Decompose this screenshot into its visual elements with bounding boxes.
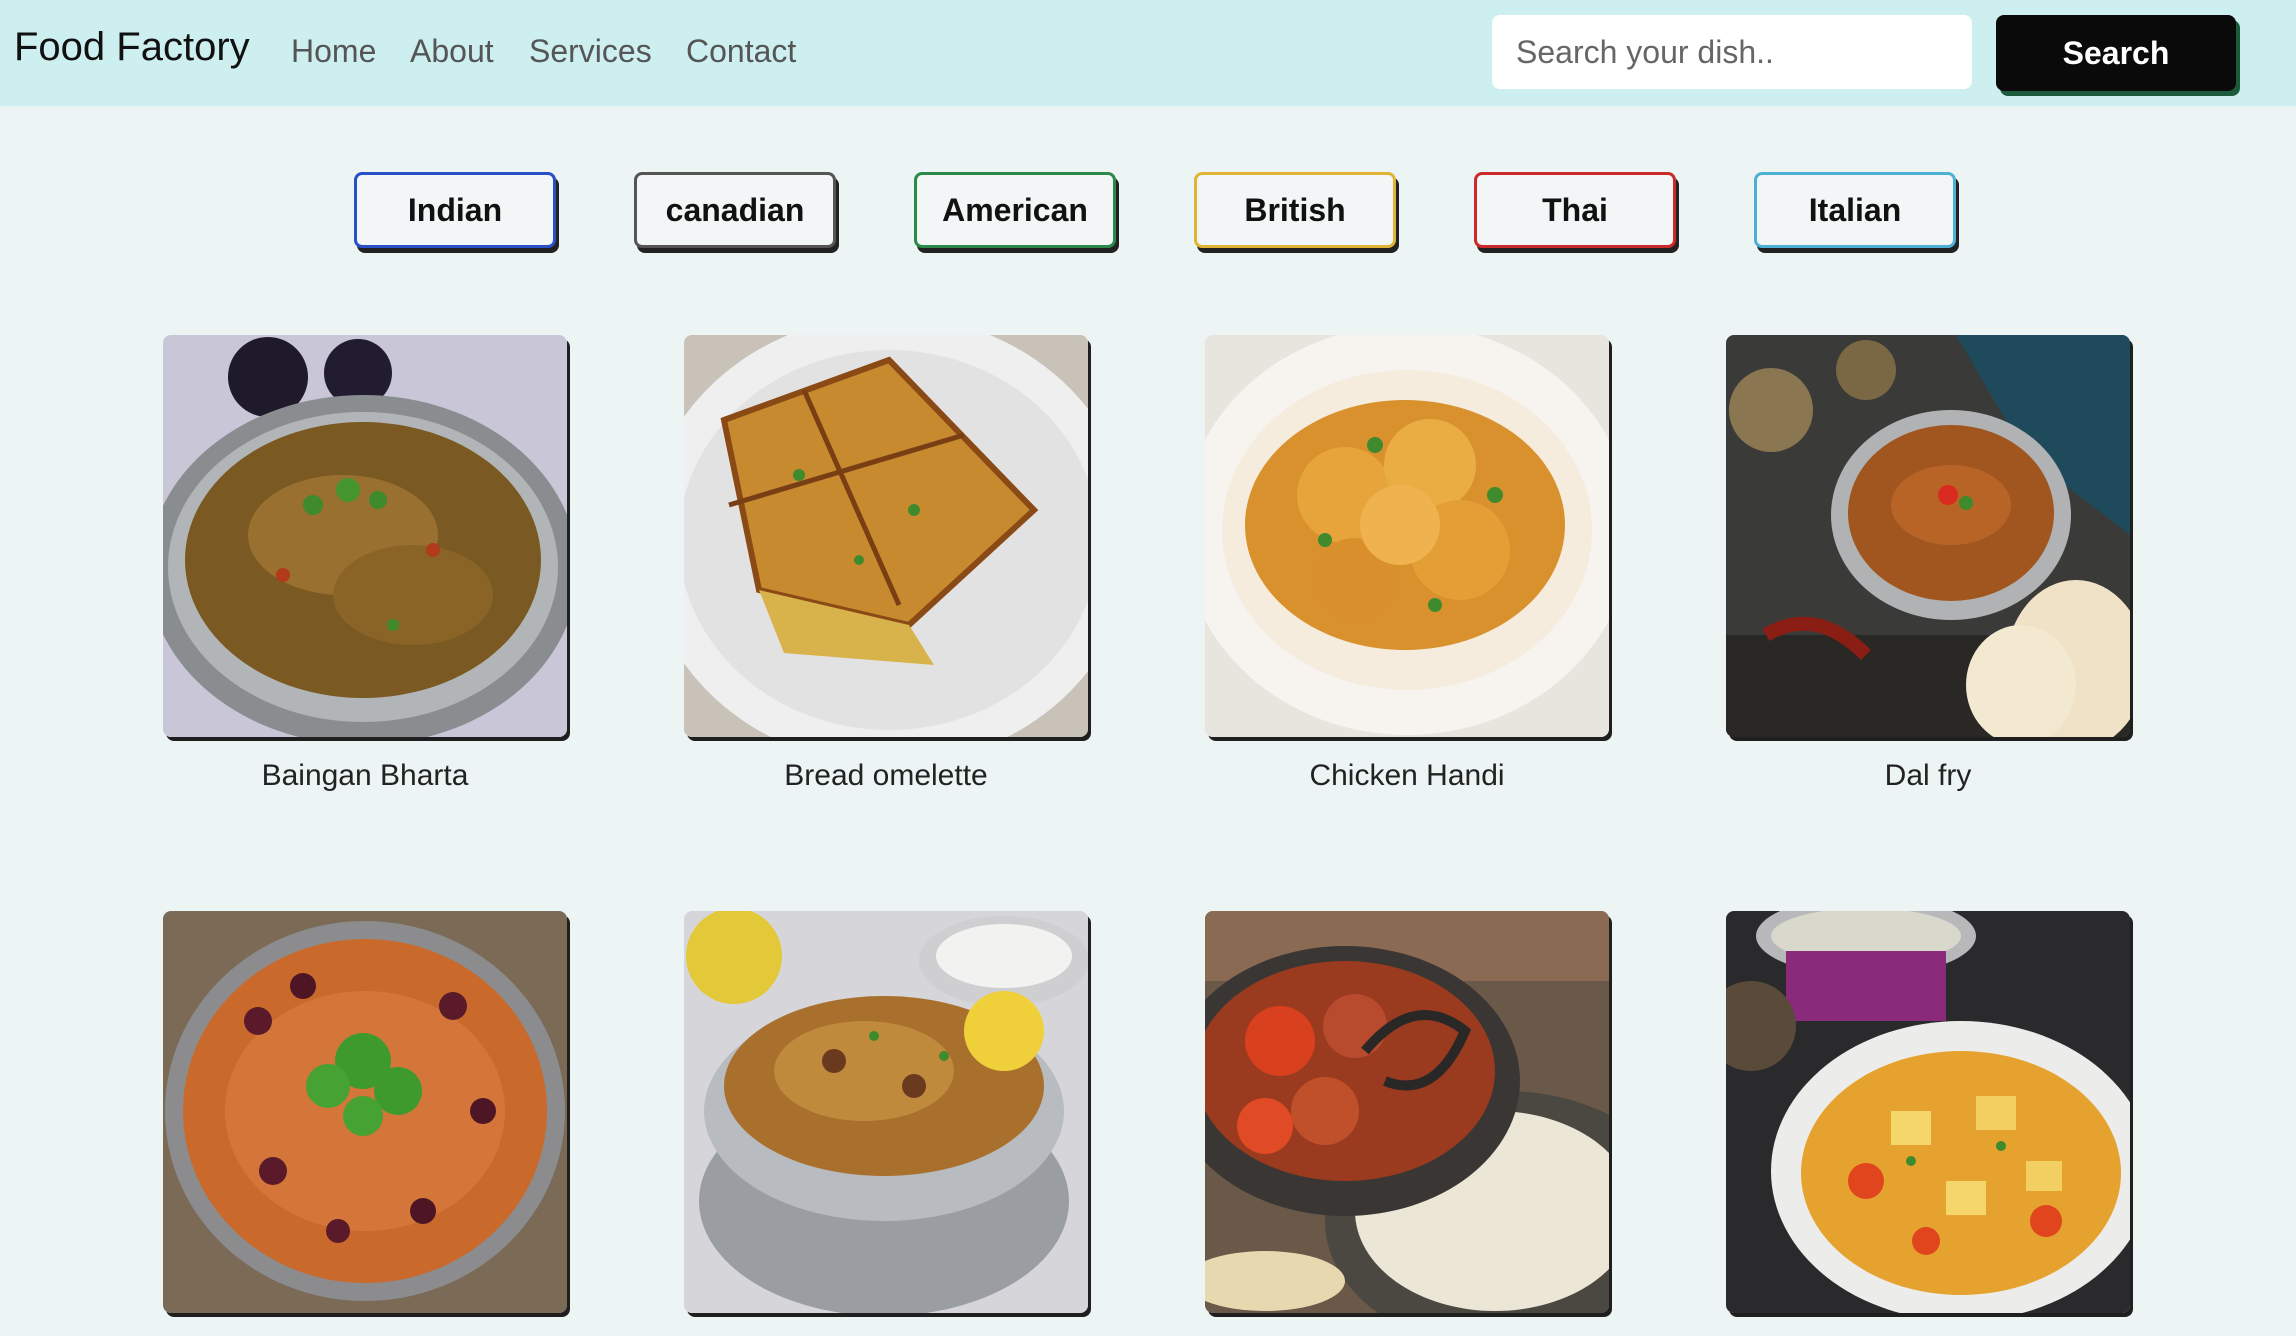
category-british-button[interactable]: British	[1194, 172, 1396, 248]
category-canadian-button[interactable]: canadian	[634, 172, 836, 248]
dish-card-curry-rice[interactable]	[1205, 911, 1609, 1313]
dish-image-baingan-bharta	[163, 335, 567, 737]
dish-image-bread-omelette	[684, 335, 1088, 737]
nav-link-services[interactable]: Services	[529, 33, 652, 70]
dish-card-bread-omelette[interactable]: Bread omelette	[684, 335, 1088, 793]
category-italian-button[interactable]: Italian	[1754, 172, 1956, 248]
dish-name: Baingan Bharta	[261, 759, 469, 792]
dish-card-biryani[interactable]	[684, 911, 1088, 1313]
dish-card-chicken-handi[interactable]: Chicken Handi	[1205, 335, 1609, 793]
category-american-button[interactable]: American	[914, 172, 1116, 248]
nav-link-home[interactable]: Home	[291, 33, 376, 70]
dish-image-curry-rice	[1205, 911, 1609, 1313]
category-indian-button[interactable]: Indian	[354, 172, 556, 248]
nav-link-contact[interactable]: Contact	[686, 33, 796, 70]
dish-name: Chicken Handi	[1309, 759, 1505, 792]
dish-image-rajma	[163, 911, 567, 1313]
nav-link-about[interactable]: About	[410, 33, 494, 70]
dish-name: Bread omelette	[784, 759, 988, 792]
brand-logo[interactable]: Food Factory	[14, 25, 250, 70]
category-thai-button[interactable]: Thai	[1474, 172, 1676, 248]
dish-card-paneer-curry[interactable]	[1726, 911, 2130, 1313]
dish-card-rajma[interactable]	[163, 911, 567, 1313]
dish-image-chicken-handi	[1205, 335, 1609, 737]
search-input[interactable]	[1492, 15, 1972, 89]
dish-image-biryani	[684, 911, 1088, 1313]
dish-card-dal-fry[interactable]: Dal fry	[1726, 335, 2130, 793]
dish-image-paneer-curry	[1726, 911, 2130, 1313]
dish-name: Dal fry	[1884, 759, 1972, 792]
navbar: Food Factory Home About Services Contact…	[0, 0, 2296, 106]
search-button[interactable]: Search	[1996, 15, 2236, 91]
dish-image-dal-fry	[1726, 335, 2130, 737]
dish-card-baingan-bharta[interactable]: Baingan Bharta	[163, 335, 567, 793]
